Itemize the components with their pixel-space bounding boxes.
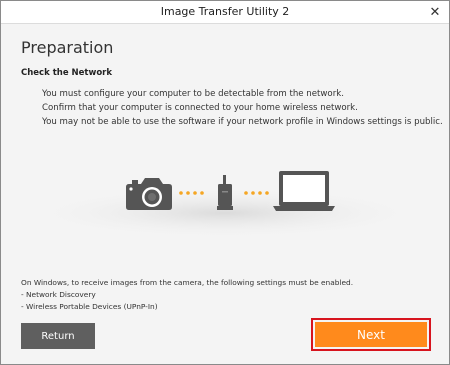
laptop-icon xyxy=(273,171,335,211)
close-icon: ✕ xyxy=(429,4,441,20)
footnote-line: - Wireless Portable Devices (UPnP-In) xyxy=(21,302,158,311)
footnote-text: On Windows, to receive images from the c… xyxy=(21,277,353,313)
footnote-line: - Network Discovery xyxy=(21,290,96,299)
window-title: Image Transfer Utility 2 xyxy=(160,5,290,18)
title-bar: Image Transfer Utility 2 ✕ xyxy=(1,1,449,24)
return-button[interactable]: Return xyxy=(21,323,95,349)
camera-icon xyxy=(126,178,172,210)
wireless-router-icon xyxy=(217,175,233,210)
footnote-line: On Windows, to receive images from the c… xyxy=(21,278,354,287)
description-line: You must configure your computer to be d… xyxy=(42,89,344,99)
network-illustration xyxy=(25,171,425,239)
next-button[interactable]: Next xyxy=(315,322,427,347)
close-button[interactable]: ✕ xyxy=(427,4,443,20)
description-line: Confirm that your computer is connected … xyxy=(42,103,358,113)
section-heading: Check the Network xyxy=(21,68,113,78)
app-window: Image Transfer Utility 2 ✕ Preparation C… xyxy=(0,0,450,365)
page-heading: Preparation xyxy=(21,38,114,57)
